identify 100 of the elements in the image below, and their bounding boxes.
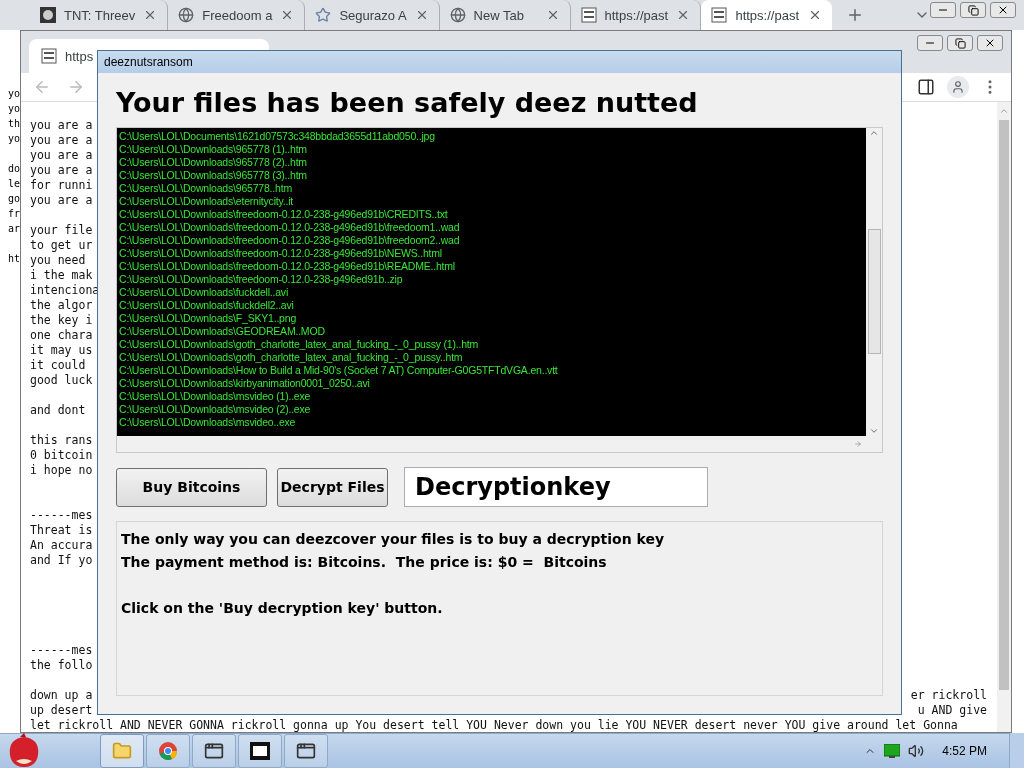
file-path: C:\Users\LOL\Downloads\965778 (1)..htm (119, 143, 308, 156)
page-text: your file (30, 223, 93, 238)
folder-icon (112, 741, 132, 761)
file-path: C:\Users\LOL\Downloads\965778 (2)..htm (119, 156, 308, 169)
page-text: let rickroll AND NEVER GONNA rickroll gonna up You desert tell YOU Never down you lie YOU NEVER desert never YOU give around let Gonna (30, 718, 958, 732)
page-text: yo (8, 132, 21, 146)
page-text: and dont (30, 403, 86, 418)
tab-title: https://past (604, 7, 669, 23)
tab-title: https://past (735, 7, 800, 23)
page-text: er rickroll (910, 688, 987, 703)
browser-tab[interactable]: https://past (701, 0, 832, 30)
monitor-icon[interactable] (884, 744, 901, 758)
tab-title: TNT: Threev (64, 7, 136, 23)
file-path: C:\Users\LOL\Downloads\965778 (3)..htm (119, 169, 308, 182)
message-text: The payment method is: Bitcoins. The price is: $0 = Bitcoins (121, 554, 607, 570)
document-icon (711, 7, 728, 23)
page-text: it could (30, 358, 86, 373)
page-text: i hope no (30, 463, 93, 478)
window-icon (296, 741, 316, 761)
tab-title: Freedoom a (202, 7, 273, 23)
file-path: C:\Users\LOL\Downloads\eternitycity..it (119, 195, 295, 208)
page-text: this rans (30, 433, 93, 448)
page-text: you are a (30, 193, 93, 208)
scrollbar[interactable] (866, 128, 882, 436)
page-text: yo (8, 87, 21, 101)
page-text: ------mes (30, 643, 93, 658)
page-text: ar (8, 222, 21, 236)
new-tab-icon[interactable] (846, 6, 864, 24)
tab-title: Segurazo A (339, 7, 407, 23)
file-path: C:\Users\LOL\Downloads\fuckdell2..avi (119, 299, 295, 312)
taskbar-button[interactable] (192, 734, 236, 768)
page-text: An accura (30, 538, 93, 553)
message-text: The only way you can deezcover your files is to buy a decryption key (121, 531, 665, 547)
clock[interactable]: 4:52 PM (942, 744, 987, 758)
restore-button[interactable] (947, 35, 973, 51)
dialog-button[interactable]: Decrypt Files (277, 467, 388, 507)
message-text: Click on the 'Buy decryption key' button. (121, 600, 443, 616)
document-icon (41, 48, 57, 64)
page-text: u AND give (917, 703, 987, 718)
page-text: go (8, 192, 21, 206)
page-text: the key i (30, 313, 93, 328)
page-text: good luck (30, 373, 93, 388)
tab-title: New Tab (473, 7, 525, 23)
close-icon (997, 4, 1009, 16)
profile-icon[interactable] (947, 76, 969, 98)
page-text: and If yo (30, 553, 93, 568)
file-path: C:\Users\LOL\Downloads\msvideo (1)..exe (119, 390, 312, 403)
restore-icon (954, 37, 966, 49)
file-path: C:\Users\LOL\Downloads\msvideo..exe (119, 416, 297, 429)
window-title: deeznutsransom (98, 51, 901, 73)
page-text: down up a (30, 688, 93, 703)
scroll-down-icon[interactable] (869, 426, 879, 436)
restore-button[interactable] (960, 2, 986, 18)
page-text: you need (30, 253, 86, 268)
file-path: C:\Users\LOL\Documents\1621d07573c348bbdad3655d11abd050..jpg (119, 130, 436, 143)
file-path: C:\Users\LOL\Downloads\How to Build a Mid-90's (Socket 7 AT) Computer-G0G5TFTdVGA.en..vtt (119, 364, 559, 377)
side-panel-icon[interactable] (917, 78, 935, 96)
page-text: you are a (30, 118, 93, 133)
page-text: you are a (30, 148, 93, 163)
minimize-button[interactable] (917, 35, 943, 51)
page-text: ------mes (30, 508, 93, 523)
close-button[interactable] (977, 35, 1003, 51)
page-text: i the mak (30, 268, 93, 283)
page-text: le (8, 177, 21, 191)
taskbar-button[interactable] (284, 734, 328, 768)
file-path: C:\Users\LOL\Downloads\F_SKY1..png (119, 312, 298, 325)
page-text: it may us (30, 343, 93, 358)
page-text: do (8, 162, 21, 176)
page-text: up desert (30, 703, 93, 718)
scroll-up-icon[interactable] (869, 128, 879, 138)
dialog-heading: Your files has been safely deez nutted (116, 86, 699, 120)
restore-icon (967, 4, 979, 16)
file-path: C:\Users\LOL\Downloads\freedoom-0.12.0-238-g496ed91b\freedoom1..wad (119, 221, 461, 234)
page-text: intenciona (30, 283, 100, 298)
key-field[interactable]: Decryptionkey (404, 467, 708, 507)
page-text: for runni (30, 178, 93, 193)
file-path: C:\Users\LOL\Downloads\goth_charlotte_latex_anal_fucking_-_0_pussy (1)..htm (119, 338, 480, 351)
star-icon (315, 7, 332, 23)
file-path: C:\Users\LOL\Downloads\freedoom-0.12.0-238-g496ed91b\NEWS..html (119, 247, 443, 260)
close-icon (984, 37, 996, 49)
speaker-icon[interactable] (908, 743, 925, 759)
file-path: C:\Users\LOL\Downloads\goth_charlotte_latex_anal_fucking_-_0_pussy..htm (119, 351, 464, 364)
globe-icon (178, 7, 195, 23)
file-path: C:\Users\LOL\Downloads\965778..htm (119, 182, 293, 195)
page-text: th (8, 117, 21, 131)
show-desktop-button[interactable] (1009, 732, 1024, 768)
scrollbar[interactable] (997, 102, 1011, 732)
page-text: to get ur (30, 238, 93, 253)
page-text: Threat is (30, 523, 93, 538)
file-path: C:\Users\LOL\Downloads\freedoom-0.12.0-238-g496ed91b\freedoom2..wad (119, 234, 461, 247)
close-button[interactable] (990, 2, 1016, 18)
dialog-button[interactable]: Buy Bitcoins (116, 467, 267, 507)
file-path: C:\Users\LOL\Downloads\kirbyanimation0001_0250..avi (119, 377, 371, 390)
page-text: the algor (30, 298, 93, 313)
minimize-button[interactable] (930, 2, 956, 18)
page-text: fr (8, 207, 21, 221)
page-text: you are a (30, 163, 93, 178)
taskbar-button[interactable] (238, 734, 282, 768)
page-text: the follo (30, 658, 93, 673)
close-icon[interactable] (808, 8, 822, 22)
